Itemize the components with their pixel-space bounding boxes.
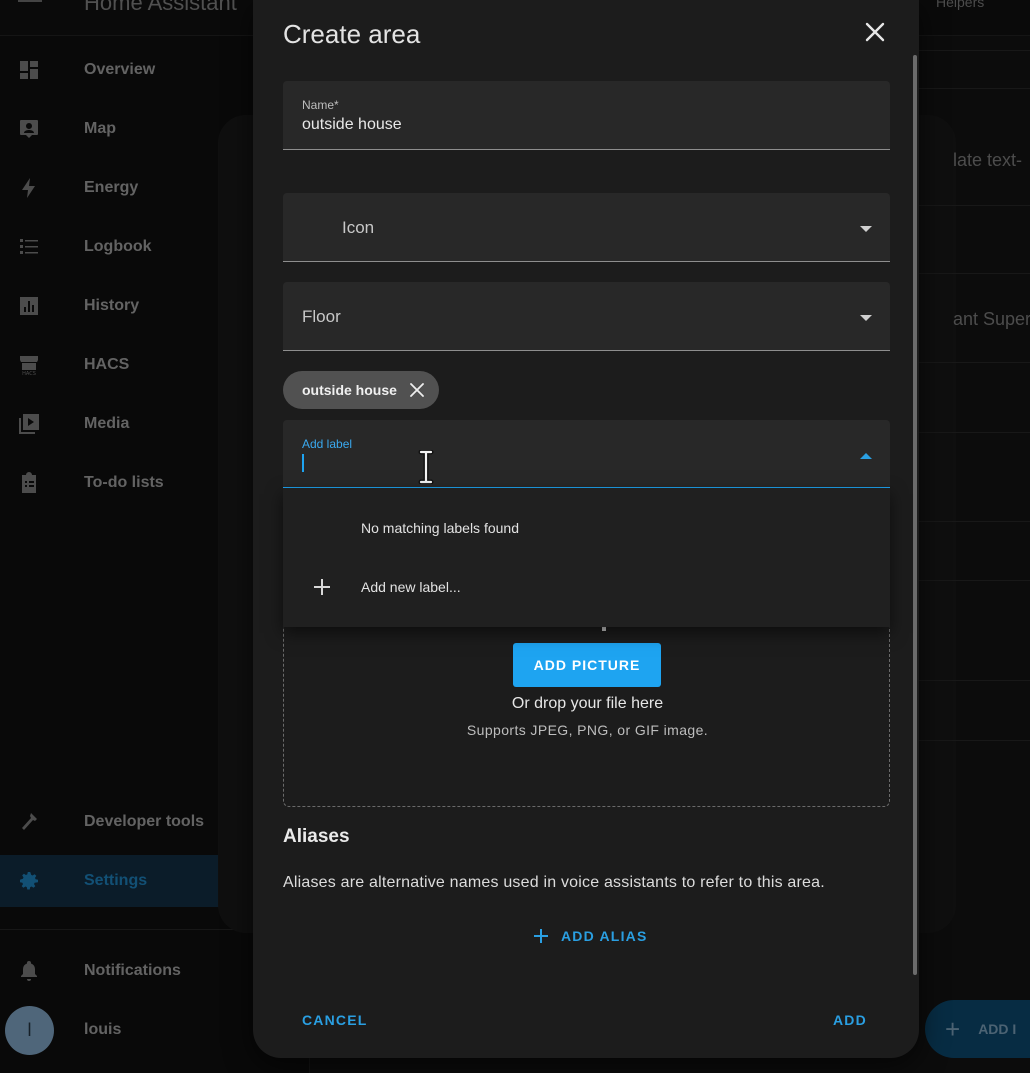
add-alias-button[interactable]: ADD ALIAS	[533, 924, 648, 948]
aliases-description: Aliases are alternative names used in vo…	[283, 874, 825, 891]
no-match-text: No matching labels found	[361, 520, 519, 536]
supported-formats-text: Supports JPEG, PNG, or GIF image.	[466, 722, 709, 738]
scrollbar[interactable]	[913, 55, 917, 975]
picture-drop-zone[interactable]: ADD PICTURE Or drop your file here Suppo…	[283, 626, 890, 807]
add-label-input[interactable]: Add label	[283, 420, 890, 489]
plus-icon	[534, 929, 548, 943]
add-alias-label: ADD ALIAS	[561, 928, 648, 944]
icon-picker-placeholder: Icon	[342, 218, 375, 237]
name-field[interactable]: Name* outside house	[283, 81, 890, 150]
aliases-heading: Aliases	[283, 826, 350, 847]
dialog-title: Create area	[283, 19, 421, 49]
chevron-down-icon	[860, 315, 872, 321]
close-button[interactable]	[859, 16, 891, 48]
add-picture-button[interactable]: ADD PICTURE	[513, 643, 661, 687]
add-new-label-text: Add new label...	[361, 579, 461, 595]
add-label-field-label: Add label	[302, 437, 353, 451]
name-field-label: Name*	[302, 98, 339, 112]
drop-text: Or drop your file here	[511, 695, 664, 712]
text-cursor	[302, 454, 304, 472]
close-icon	[865, 22, 885, 42]
chevron-up-icon[interactable]	[860, 453, 872, 459]
label-dropdown-menu: No matching labels found Add new label..…	[283, 488, 890, 627]
mouse-ibeam-cursor-icon	[418, 450, 434, 484]
add-new-label-item[interactable]: Add new label...	[283, 558, 890, 616]
add-button[interactable]: ADD	[833, 1012, 867, 1028]
plus-icon	[314, 579, 330, 595]
name-field-value: outside house	[302, 116, 402, 133]
no-match-item: No matching labels found	[283, 499, 890, 557]
floor-picker-placeholder: Floor	[302, 307, 341, 326]
chip-remove-icon[interactable]	[410, 383, 424, 397]
floor-picker[interactable]: Floor	[283, 282, 890, 351]
icon-picker[interactable]: Icon	[283, 193, 890, 262]
cancel-button[interactable]: CANCEL	[302, 1012, 368, 1028]
chip-label: outside house	[302, 382, 397, 398]
label-chip: outside house	[283, 371, 439, 409]
chevron-down-icon	[860, 226, 872, 232]
create-area-dialog: Create area Name* outside house Icon Flo…	[253, 0, 919, 1058]
